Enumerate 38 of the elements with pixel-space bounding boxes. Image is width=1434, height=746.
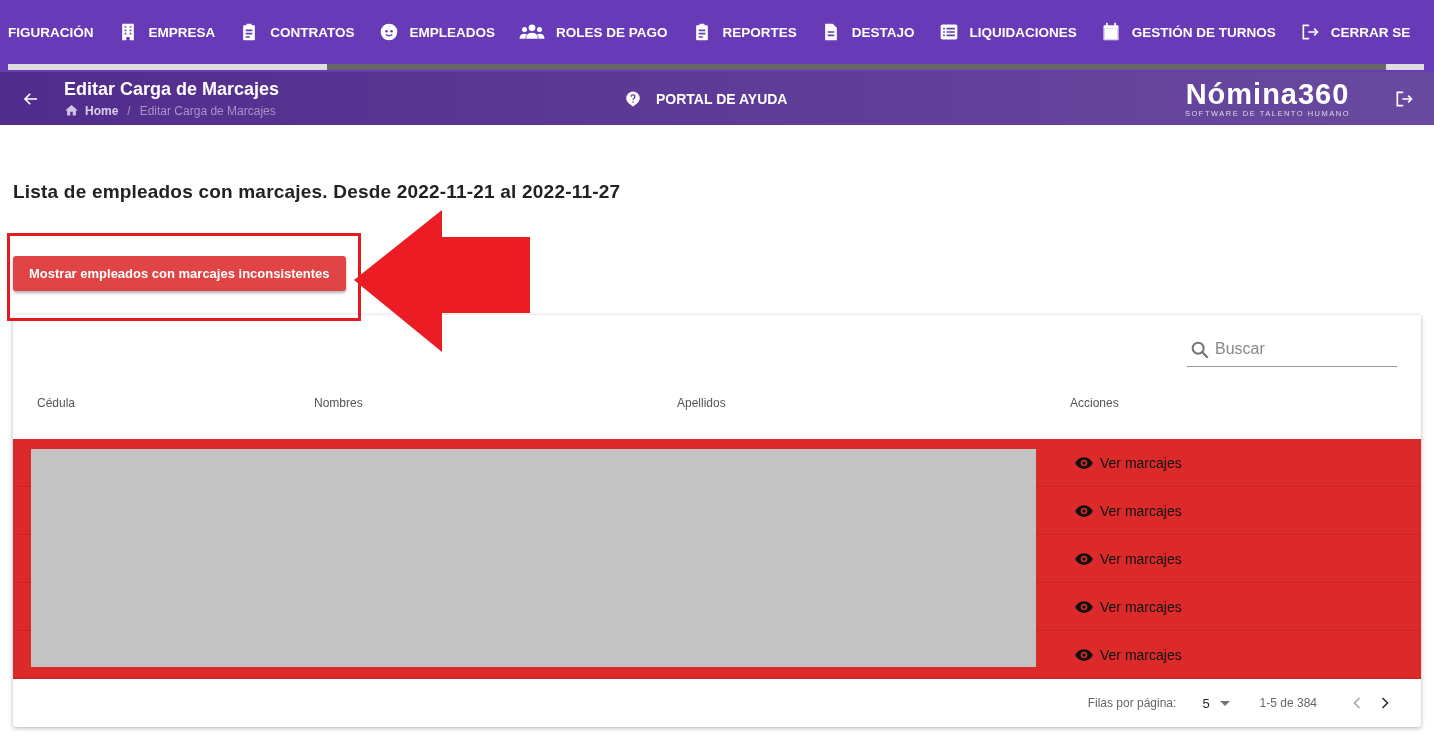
page-range: 1-5 de 384 (1259, 696, 1317, 710)
column-header: Cédula (37, 396, 76, 410)
section-heading: Lista de empleados con marcajes. Desde 2022-11-21 al 2022-11-27 (13, 181, 622, 203)
view-markings-link[interactable]: Ver marcajes (1074, 596, 1182, 617)
help-icon (624, 89, 642, 108)
search-icon (1189, 339, 1211, 361)
breadcrumb-link[interactable]: Editar Carga de Marcajes (139, 103, 276, 118)
column-header: Nombres (314, 396, 363, 410)
nav-tab[interactable]: DESTAJO (806, 22, 925, 42)
nav-tab[interactable]: REPORTES (677, 22, 807, 42)
nav-tab[interactable]: GESTIÓN DE TURNOS (1086, 22, 1286, 42)
nav-tab[interactable]: EMPLEADOS (364, 22, 506, 42)
caret-icon (1219, 700, 1230, 706)
nav-tab[interactable]: ROLES DE PAGO (505, 22, 678, 42)
filter-button[interactable]: Mostrar empleados con marcajes inconsistentes (13, 256, 346, 291)
rows-per-page-label: Filas por página: (1087, 696, 1177, 710)
nav-tab[interactable]: EMPRESA (103, 22, 226, 42)
view-markings-link[interactable]: Ver marcajes (1074, 548, 1182, 569)
column-header: Apellidos (677, 396, 726, 410)
breadcrumb-link[interactable]: Home (85, 103, 119, 118)
breadcrumb-separator: / (127, 103, 131, 118)
column-header: Acciones (1070, 396, 1119, 410)
view-markings-link[interactable]: Ver marcajes (1074, 644, 1182, 665)
rows-per-page-select[interactable]: 5 (1202, 695, 1230, 711)
page-title: Editar Carga de Marcajes (64, 79, 281, 100)
nav-tab[interactable]: LIQUIDACIONES (924, 22, 1087, 42)
nav-tab[interactable]: CONTRATOS (225, 22, 365, 42)
list-icon (938, 22, 959, 42)
nav-tab[interactable]: FIGURACIÓN (0, 24, 104, 40)
home-icon (64, 103, 79, 118)
nav-tab[interactable]: CERRAR SE (1285, 22, 1421, 42)
search-field[interactable]: Buscar (1187, 332, 1397, 367)
view-markings-link[interactable]: Ver marcajes (1074, 452, 1182, 473)
people-icon (519, 22, 546, 42)
face-icon (378, 22, 399, 42)
brand-logo: Nómina360 (1185, 79, 1350, 109)
view-markings-link[interactable]: Ver marcajes (1074, 500, 1182, 521)
help-portal-link[interactable]: PORTAL DE AYUDA (624, 89, 788, 108)
